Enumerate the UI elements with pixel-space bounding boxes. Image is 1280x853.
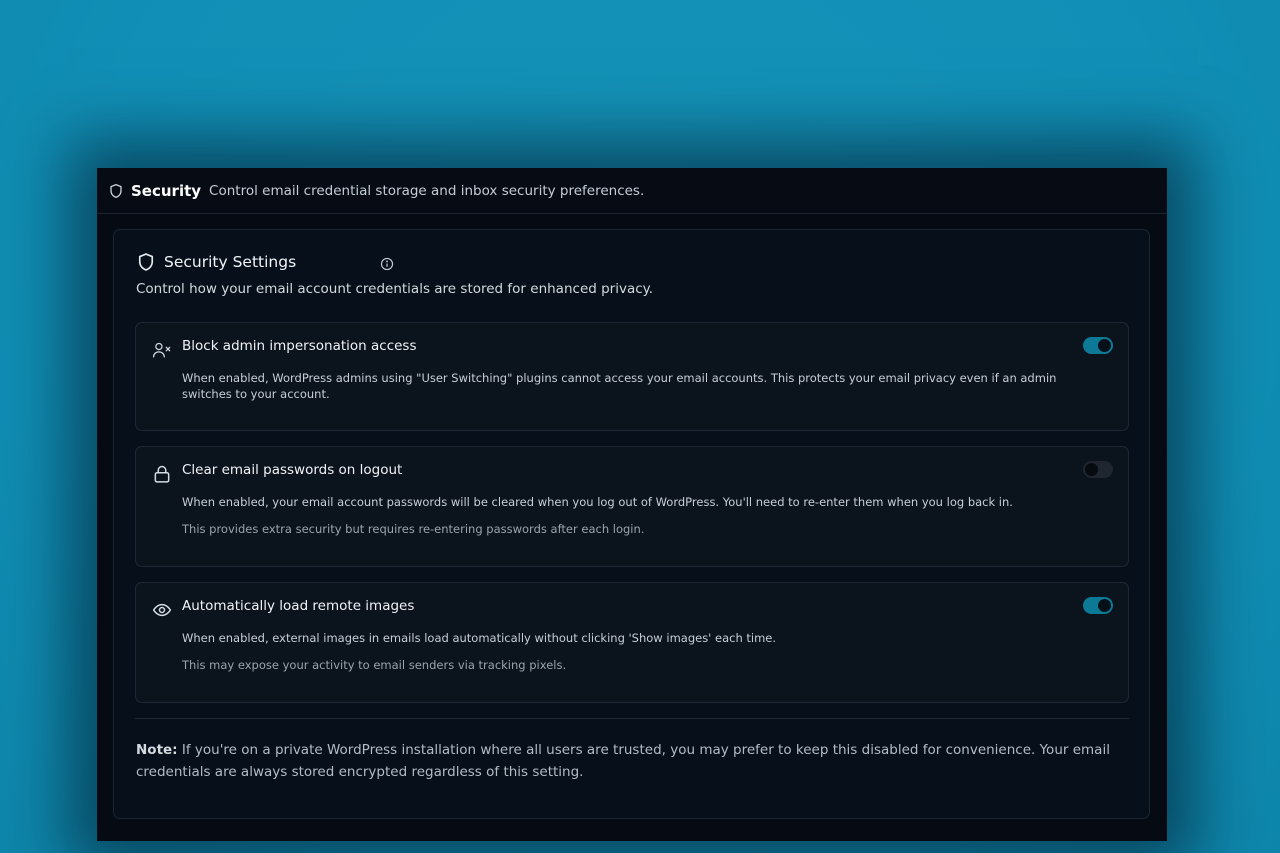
option-note: This may expose your activity to email s… [182,658,567,672]
option-description: When enabled, WordPress admins using "Us… [182,371,1057,401]
security-note: Note: If you're on a private WordPress i… [136,739,1126,783]
card-description: Control how your email account credentia… [136,281,654,297]
option-description: When enabled, external images in emails … [182,631,777,645]
option-description: When enabled, your email account passwor… [182,495,1013,509]
page-title: Security [131,181,202,200]
note-text: If you're on a private WordPress install… [136,742,1110,780]
shield-icon [108,183,124,199]
option-title: Block admin impersonation access [182,338,417,354]
divider [135,718,1129,719]
security-settings-card: Security Settings Control how your email… [113,229,1150,819]
toggle-knob [1085,463,1098,476]
toggle-knob [1098,339,1111,352]
settings-window: Security Control email credential storag… [97,168,1167,841]
load-remote-images-toggle[interactable] [1083,597,1113,614]
option-load-remote-images: Automatically load remote images When en… [135,582,1129,703]
clear-passwords-on-logout-toggle[interactable] [1083,461,1113,478]
toggle-knob [1098,599,1111,612]
option-block-admin-impersonation: Block admin impersonation access When en… [135,322,1129,431]
block-admin-impersonation-toggle[interactable] [1083,337,1113,354]
shield-icon [136,252,156,272]
page-subtitle: Control email credential storage and inb… [209,182,645,199]
lock-icon [152,464,172,484]
card-title: Security Settings [164,253,297,271]
header-bar: Security Control email credential storag… [97,168,1167,214]
user-x-icon [152,340,172,360]
info-icon[interactable] [380,257,394,271]
eye-icon [152,600,172,620]
option-title: Clear email passwords on logout [182,462,403,478]
option-note: This provides extra security but require… [182,522,645,536]
card-header: Security Settings [136,252,296,272]
option-clear-passwords-on-logout: Clear email passwords on logout When ena… [135,446,1129,567]
note-label: Note: [136,742,178,758]
option-title: Automatically load remote images [182,598,415,614]
